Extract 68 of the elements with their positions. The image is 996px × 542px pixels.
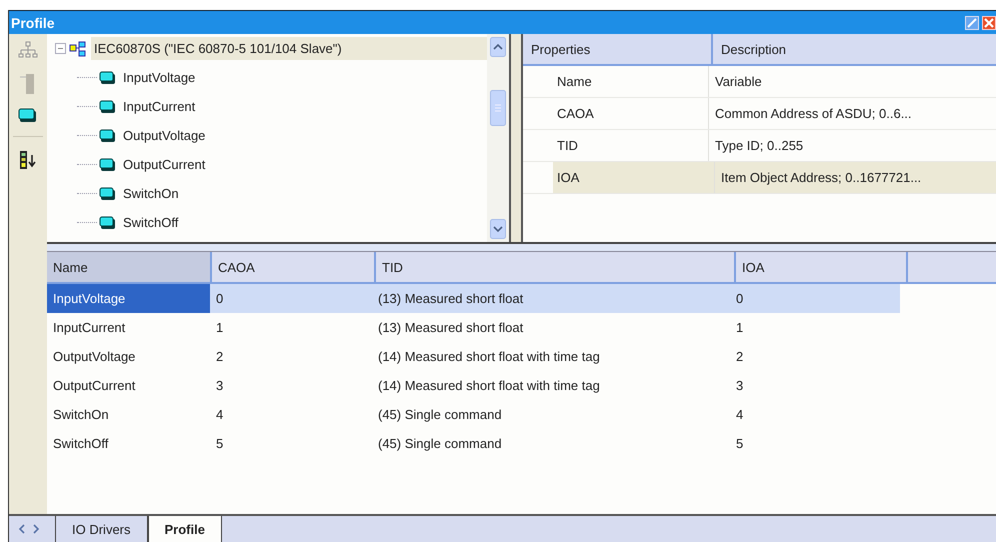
close-icon[interactable] — [982, 16, 996, 30]
driver-icon — [69, 40, 86, 56]
tree-item[interactable]: SwitchOff — [120, 211, 182, 234]
table-cell[interactable]: (13) Measured short float — [372, 284, 730, 313]
variable-icon[interactable] — [18, 108, 38, 124]
variable-icon — [99, 158, 116, 172]
table-cell[interactable]: 0 — [730, 284, 900, 313]
table-cell[interactable]: OutputCurrent — [47, 371, 210, 400]
tree-item[interactable]: SwitchOn — [120, 182, 182, 205]
column-header[interactable]: TID — [376, 252, 736, 282]
window-title: Profile — [10, 14, 55, 30]
variable-icon — [99, 70, 116, 84]
table-cell[interactable]: 4 — [210, 400, 372, 429]
network-icon[interactable] — [18, 40, 38, 60]
variable-icon — [99, 186, 116, 200]
restore-icon[interactable] — [965, 16, 979, 30]
table-cell[interactable]: 2 — [210, 342, 372, 371]
column-header[interactable]: IOA — [736, 252, 908, 282]
variable-icon — [99, 216, 116, 230]
property-value[interactable]: Type ID; 0..255 — [709, 130, 996, 161]
property-value[interactable]: Common Address of ASDU; 0..6... — [709, 98, 996, 129]
table-cell[interactable]: (45) Single command — [372, 429, 730, 458]
table-cell[interactable]: OutputVoltage — [47, 342, 210, 371]
property-value[interactable]: Item Object Address; 0..1677721... — [715, 162, 996, 193]
property-value[interactable]: Variable — [709, 66, 996, 97]
table-cell[interactable]: 2 — [730, 342, 900, 371]
splitter[interactable] — [509, 34, 523, 242]
tree-item[interactable]: InputVoltage — [120, 66, 198, 89]
table-cell[interactable]: (13) Measured short float — [372, 313, 730, 342]
sort-icon[interactable] — [18, 149, 38, 171]
tab[interactable]: Profile — [148, 516, 222, 542]
scroll-up-button[interactable] — [490, 37, 506, 57]
column-header[interactable]: Properties — [523, 34, 713, 64]
table-cell[interactable]: 5 — [730, 429, 900, 458]
property-cell[interactable]: IOA — [553, 162, 715, 193]
table-cell[interactable]: SwitchOn — [47, 400, 210, 429]
splitter[interactable] — [47, 242, 996, 252]
table-cell[interactable]: InputCurrent — [47, 313, 210, 342]
table-cell[interactable]: 1 — [210, 313, 372, 342]
column-header[interactable]: CAOA — [212, 252, 376, 282]
table-cell[interactable]: 3 — [730, 371, 900, 400]
tree-item[interactable]: IEC60870S ("IEC 60870-5 101/104 Slave") — [91, 37, 487, 60]
tree-item[interactable]: OutputVoltage — [120, 124, 208, 147]
next-tab-icon[interactable] — [31, 523, 41, 535]
tree-item[interactable]: InputCurrent — [120, 95, 198, 118]
variable-icon — [99, 128, 116, 142]
table-cell[interactable]: (14) Measured short float with time tag — [372, 371, 730, 400]
table-cell[interactable]: InputVoltage — [47, 284, 210, 313]
table-cell[interactable]: (45) Single command — [372, 400, 730, 429]
table-cell[interactable]: 5 — [210, 429, 372, 458]
collapse-icon[interactable] — [55, 43, 66, 54]
variable-icon — [99, 100, 116, 114]
scroll-down-button[interactable] — [490, 219, 506, 239]
tree-item[interactable]: OutputCurrent — [120, 153, 208, 176]
table-cell[interactable]: 1 — [730, 313, 900, 342]
table-cell[interactable]: (14) Measured short float with time tag — [372, 342, 730, 371]
property-cell[interactable]: TID — [523, 130, 709, 161]
table-cell[interactable]: SwitchOff — [47, 429, 210, 458]
table-cell[interactable]: 4 — [730, 400, 900, 429]
previous-tab-icon[interactable] — [17, 523, 27, 535]
property-cell[interactable]: Name — [523, 66, 709, 97]
scroll-bar[interactable] — [487, 34, 509, 242]
property-cell[interactable]: CAOA — [523, 98, 709, 129]
column-header[interactable]: Description — [713, 34, 786, 64]
column-header[interactable]: Name — [47, 252, 212, 282]
scroll-thumb[interactable] — [490, 90, 506, 126]
table-cell[interactable]: 3 — [210, 371, 372, 400]
table-cell[interactable]: 0 — [210, 284, 372, 313]
